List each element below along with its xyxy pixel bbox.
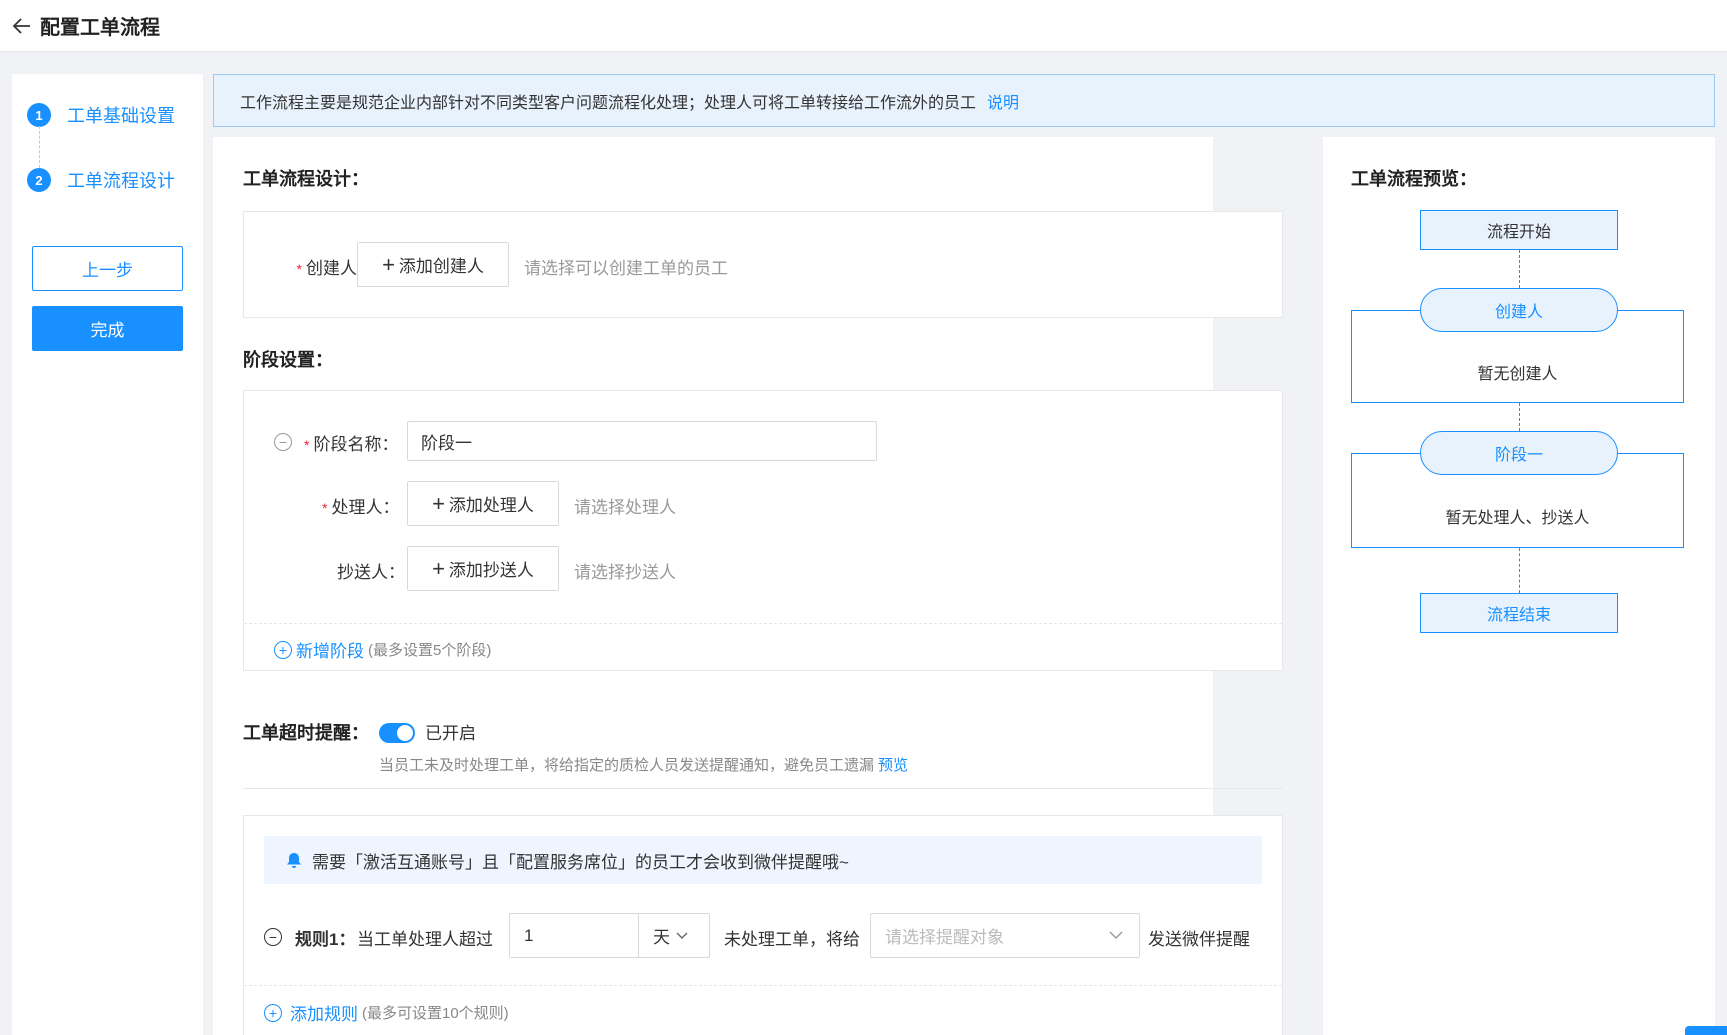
tip-text: 需要「激活互通账号」且「配置服务席位」的员工才会收到微伴提醒哦~: [312, 852, 849, 872]
divider: [244, 985, 1282, 986]
add-cc-button[interactable]: + 添加抄送人: [407, 546, 559, 591]
stage-pill: 阶段一: [1420, 431, 1618, 475]
rule-duration-value: 1: [524, 925, 534, 945]
flow-connector: [1519, 403, 1520, 431]
rule-text-middle: 未处理工单，将给: [724, 930, 860, 949]
flow-end-node: 流程结束: [1420, 593, 1618, 633]
step-label: 工单基础设置: [67, 106, 175, 126]
creator-box: * 创建人： + 添加创建人 请选择可以创建工单的员工: [243, 211, 1283, 318]
flow-preview-panel: 工单流程预览： 流程开始 创建人 暂无创建人 阶段一 暂无处理人、抄送人 流程结…: [1323, 137, 1715, 1035]
timeout-preview-link[interactable]: 预览: [878, 757, 908, 774]
notice-help-link[interactable]: 说明: [987, 89, 1019, 113]
rule-target-select[interactable]: 请选择提醒对象: [870, 913, 1140, 958]
timeout-rules-box: 需要「激活互通账号」且「配置服务席位」的员工才会收到微伴提醒哦~ − 规则1： …: [243, 815, 1283, 1035]
plus-icon: +: [432, 490, 445, 516]
plus-icon: +: [432, 555, 445, 581]
cc-hint: 请选择抄送人: [574, 563, 676, 582]
add-handler-button[interactable]: + 添加处理人: [407, 481, 559, 526]
divider: [244, 623, 1282, 624]
timeout-section-title: 工单超时提醒：: [243, 723, 369, 743]
cc-label: 抄送人：: [337, 563, 405, 582]
timeout-toggle[interactable]: [379, 723, 415, 743]
rule-duration-input[interactable]: 1 天: [509, 913, 710, 958]
stage-box: − * 阶段名称： 阶段一 * 处理人： + 添加处理人 请选择处理人 抄送人： + 添…: [243, 390, 1283, 671]
add-rule-label: 添加规则: [290, 1005, 358, 1024]
floating-help-tab[interactable]: [1685, 1026, 1727, 1035]
rule-text-after: 发送微伴提醒: [1148, 930, 1250, 949]
flow-start-node: 流程开始: [1420, 210, 1618, 250]
add-stage-label: 新增阶段: [296, 642, 364, 661]
top-bar: 配置工单流程: [0, 0, 1727, 52]
info-notice: 工作流程主要是规范企业内部针对不同类型客户问题流程化处理；处理人可将工单转接给工…: [213, 74, 1715, 127]
handler-label: * 处理人：: [322, 498, 400, 517]
notice-text: 工作流程主要是规范企业内部针对不同类型客户问题流程化处理；处理人可将工单转接给工…: [240, 94, 977, 112]
seat-requirement-tip: 需要「激活互通账号」且「配置服务席位」的员工才会收到微伴提醒哦~: [264, 836, 1262, 884]
add-circle-icon: +: [264, 1003, 282, 1022]
step-basic-settings[interactable]: 1 工单基础设置: [27, 102, 175, 128]
flow-design-panel: 工单流程设计： * 创建人： + 添加创建人 请选择可以创建工单的员工 阶段设置： …: [213, 137, 1283, 1035]
design-section-title: 工单流程设计：: [243, 169, 369, 189]
required-mark: *: [322, 500, 328, 516]
chevron-down-icon: [1109, 931, 1123, 940]
plus-icon: +: [382, 251, 395, 277]
add-rule-link[interactable]: + 添加规则 (最多可设置10个规则): [264, 1000, 509, 1025]
step-number: 2: [27, 168, 51, 192]
creator-pill: 创建人: [1420, 288, 1618, 332]
add-creator-button[interactable]: + 添加创建人: [357, 242, 509, 287]
add-stage-link[interactable]: + 新增阶段 (最多设置5个阶段): [274, 637, 491, 662]
back-arrow-icon[interactable]: [12, 15, 34, 37]
prev-step-button[interactable]: 上一步: [32, 246, 183, 291]
toggle-knob: [397, 725, 413, 741]
preview-section-title: 工单流程预览：: [1351, 169, 1477, 189]
rule-unit-select[interactable]: 天: [638, 914, 688, 957]
chevron-down-icon: [676, 932, 688, 940]
finish-button[interactable]: 完成: [32, 306, 183, 351]
remove-rule-icon[interactable]: −: [264, 928, 282, 946]
flow-connector: [1519, 548, 1520, 593]
steps-panel: 1 工单基础设置 2 工单流程设计 上一步 完成: [12, 74, 203, 1035]
flow-connector: [1519, 250, 1520, 288]
timeout-status: 已开启: [425, 724, 476, 743]
add-circle-icon: +: [274, 640, 292, 659]
stage-name-label: * 阶段名称：: [304, 435, 399, 454]
step-connector: [39, 126, 40, 168]
required-mark: *: [304, 437, 310, 453]
step-label: 工单流程设计: [67, 171, 175, 191]
handler-hint: 请选择处理人: [574, 498, 676, 517]
stage-empty-text: 暂无处理人、抄送人: [1445, 510, 1590, 527]
bell-icon: [286, 852, 302, 869]
creator-empty-text: 暂无创建人: [1477, 366, 1558, 383]
rule-label: 规则1：: [295, 930, 356, 949]
rule-text-before: 当工单处理人超过: [357, 930, 493, 949]
creator-hint: 请选择可以创建工单的员工: [524, 259, 728, 278]
page-title: 配置工单流程: [40, 17, 160, 39]
divider: [243, 788, 1283, 789]
remove-stage-icon[interactable]: −: [274, 433, 292, 451]
rule-target-placeholder: 请选择提醒对象: [885, 928, 1004, 947]
timeout-desc: 当员工未及时处理工单，将给指定的质检人员发送提醒通知，避免员工遗漏 预览: [379, 757, 909, 774]
step-number: 1: [27, 103, 51, 127]
required-mark: *: [296, 261, 302, 277]
add-stage-note: (最多设置5个阶段): [368, 642, 492, 659]
step-flow-design[interactable]: 2 工单流程设计: [27, 167, 175, 193]
rule-unit-value: 天: [653, 928, 670, 947]
stage-name-input[interactable]: 阶段一: [407, 421, 877, 461]
stage-section-title: 阶段设置：: [243, 350, 333, 370]
add-rule-note: (最多可设置10个规则): [362, 1005, 509, 1022]
